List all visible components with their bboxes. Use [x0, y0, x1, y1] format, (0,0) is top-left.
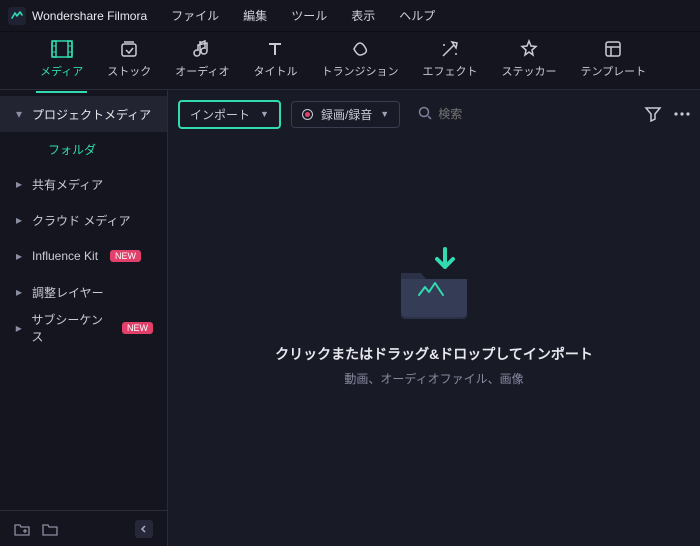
sidebar-subitem-label: フォルダ: [48, 141, 96, 158]
stock-icon: [118, 39, 140, 59]
tab-label: エフェクト: [422, 63, 477, 79]
tab-transition[interactable]: トランジション: [321, 39, 398, 83]
chevron-down-icon: ▼: [260, 109, 269, 119]
sidebar-item-label: 共有メディア: [32, 176, 103, 193]
import-label: インポート: [190, 106, 250, 123]
sidebar-item-cloud-media[interactable]: ▸ クラウド メディア: [0, 202, 167, 238]
import-button[interactable]: インポート ▼: [178, 100, 281, 129]
empty-subtitle: 動画、オーディオファイル、画像: [344, 370, 523, 387]
tab-media[interactable]: メディア: [40, 39, 83, 83]
sidebar-footer: [0, 510, 167, 546]
menu-edit[interactable]: 編集: [243, 7, 267, 24]
import-folder-icon: [389, 237, 479, 330]
effect-icon: [439, 39, 461, 59]
tab-effect[interactable]: エフェクト: [422, 39, 477, 83]
chevron-down-icon: ▾: [14, 107, 24, 121]
filter-button[interactable]: [644, 106, 662, 122]
empty-drop-zone[interactable]: クリックまたはドラッグ&ドロップしてインポート 動画、オーディオファイル、画像: [168, 138, 700, 546]
tab-label: トランジション: [321, 63, 398, 79]
new-badge: NEW: [110, 250, 141, 262]
sidebar-item-shared-media[interactable]: ▸ 共有メディア: [0, 166, 167, 202]
tab-label: テンプレート: [580, 63, 646, 79]
chevron-right-icon: ▸: [14, 285, 24, 299]
transition-icon: [349, 39, 371, 59]
menu-view[interactable]: 表示: [351, 7, 375, 24]
record-icon: [302, 109, 313, 120]
media-toolbar: インポート ▼ 録画/録音 ▼: [168, 90, 700, 138]
category-tabs: メディア ストック オーディオ タイトル トランジション エフェクト ステッ: [0, 32, 700, 90]
sticker-icon: [518, 39, 540, 59]
media-icon: [51, 39, 73, 59]
chevron-right-icon: ▸: [14, 249, 24, 263]
new-folder-icon[interactable]: [14, 521, 30, 537]
sidebar-item-influence-kit[interactable]: ▸ Influence Kit NEW: [0, 238, 167, 274]
chevron-down-icon: ▼: [380, 109, 389, 119]
tab-sticker[interactable]: ステッカー: [501, 39, 556, 83]
chevron-right-icon: ▸: [14, 177, 24, 191]
sidebar: ▾ プロジェクトメディア フォルダ ▸ 共有メディア ▸ クラウド メディア ▸…: [0, 90, 168, 546]
empty-title: クリックまたはドラッグ&ドロップしてインポート: [275, 344, 593, 364]
main-panel: インポート ▼ 録画/録音 ▼: [168, 90, 700, 546]
tab-template[interactable]: テンプレート: [580, 39, 646, 83]
tab-audio[interactable]: オーディオ: [175, 39, 229, 83]
sidebar-item-label: 調整レイヤー: [32, 284, 104, 301]
sidebar-item-label: プロジェクトメディア: [32, 106, 151, 123]
app-logo-icon: [8, 7, 26, 25]
tab-label: ステッカー: [501, 63, 556, 79]
sidebar-item-label: クラウド メディア: [32, 212, 131, 229]
menu-tools[interactable]: ツール: [291, 7, 327, 24]
sidebar-item-subsequence[interactable]: ▸ サブシーケンス NEW: [0, 310, 167, 346]
new-badge: NEW: [122, 322, 153, 334]
audio-icon: [191, 39, 213, 59]
search-field[interactable]: [418, 106, 634, 123]
tab-stock[interactable]: ストック: [107, 39, 151, 83]
more-button[interactable]: [674, 112, 690, 116]
tab-title[interactable]: タイトル: [253, 39, 297, 83]
folder-icon[interactable]: [42, 521, 58, 537]
titlebar: Wondershare Filmora ファイル 編集 ツール 表示 ヘルプ: [0, 0, 700, 32]
record-button[interactable]: 録画/録音 ▼: [291, 101, 400, 128]
collapse-sidebar-button[interactable]: [135, 520, 153, 538]
sidebar-subitem-folder[interactable]: フォルダ: [0, 132, 167, 166]
app-name: Wondershare Filmora: [32, 9, 147, 23]
tab-label: オーディオ: [175, 63, 229, 79]
menu-help[interactable]: ヘルプ: [399, 7, 435, 24]
tab-label: メディア: [40, 63, 83, 79]
sidebar-item-label: Influence Kit: [32, 249, 98, 263]
chevron-right-icon: ▸: [14, 213, 24, 227]
tab-label: タイトル: [253, 63, 297, 79]
record-label: 録画/録音: [321, 106, 372, 123]
chevron-right-icon: ▸: [14, 321, 23, 335]
search-icon: [418, 106, 432, 123]
sidebar-item-adjustment-layer[interactable]: ▸ 調整レイヤー: [0, 274, 167, 310]
template-icon: [602, 39, 624, 59]
search-input[interactable]: [438, 107, 518, 121]
sidebar-item-project-media[interactable]: ▾ プロジェクトメディア: [0, 96, 167, 132]
menubar: ファイル 編集 ツール 表示 ヘルプ: [171, 7, 435, 24]
sidebar-item-label: サブシーケンス: [31, 311, 110, 345]
menu-file[interactable]: ファイル: [171, 7, 219, 24]
tab-label: ストック: [107, 63, 151, 79]
title-icon: [264, 39, 286, 59]
